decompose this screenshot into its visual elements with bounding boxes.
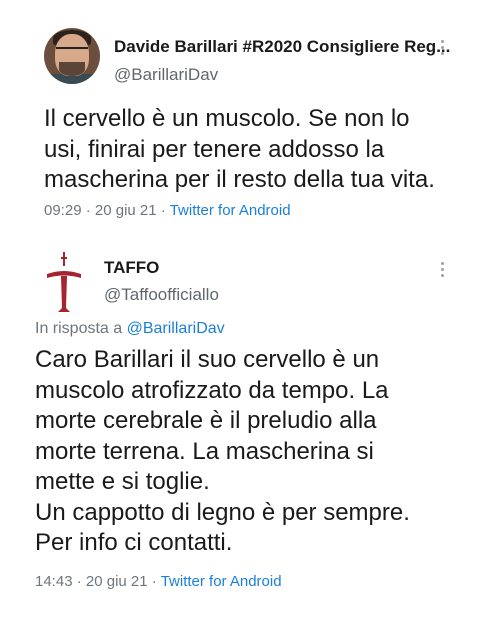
tweet-meta: 14:43 · 20 giu 21 · Twitter for Android — [35, 573, 282, 590]
tweet-card[interactable]: Davide Barillari #R2020 Consigliere Reg.… — [0, 0, 500, 232]
user-handle[interactable]: @Taffoofficiallo — [104, 285, 219, 305]
display-name[interactable]: Davide Barillari #R2020 Consigliere Reg.… — [114, 37, 450, 57]
tweet-text-line: Caro Barillari il suo cervello è un — [35, 346, 380, 373]
tweet-time[interactable]: 14:43 — [35, 573, 73, 590]
tweet-text-line: usi, finirai per tenere addosso la — [44, 135, 385, 163]
tweet-text-line: mette e si toglie. — [35, 468, 210, 495]
taffo-cross-logo-icon[interactable] — [44, 252, 84, 314]
separator: · — [147, 573, 161, 590]
tweet-text-line: Un cappotto di legno è per sempre. — [35, 498, 410, 526]
tweet-text-line: morte cerebrale è il preludio alla — [35, 407, 377, 434]
reply-mention-link[interactable]: @BarillariDav — [127, 320, 225, 337]
tweet-date[interactable]: 20 giu 21 — [86, 573, 148, 590]
separator: · — [156, 202, 170, 219]
tweet-date[interactable]: 20 giu 21 — [95, 202, 157, 219]
more-options-icon[interactable] — [441, 262, 445, 277]
tweet-text-line: muscolo atrofizzato da tempo. La — [35, 376, 389, 404]
tweet-time[interactable]: 09:29 — [44, 202, 82, 219]
user-handle[interactable]: @BarillariDav — [114, 65, 218, 85]
reply-tweet-card[interactable]: TAFFO @Taffoofficiallo In risposta a @Ba… — [0, 232, 500, 625]
separator: · — [72, 573, 86, 590]
tweet-text-line: morte terrena. La mascherina si — [35, 437, 374, 465]
reply-prefix: In risposta a — [35, 320, 127, 337]
tweet-text: Caro Barillari il suo cervello è un musc… — [35, 345, 410, 559]
tweet-meta: 09:29 · 20 giu 21 · Twitter for Android — [44, 202, 291, 219]
tweet-text-line: Il cervello è un muscolo. Se non lo — [44, 105, 410, 132]
tweet-source-link[interactable]: Twitter for Android — [161, 573, 282, 590]
display-name[interactable]: TAFFO — [104, 258, 159, 278]
avatar[interactable] — [44, 28, 100, 84]
more-options-icon[interactable] — [441, 40, 445, 55]
reply-context: In risposta a @BarillariDav — [35, 320, 225, 338]
separator: · — [81, 202, 95, 219]
tweet-text: Il cervello è un muscolo. Se non lo usi,… — [44, 104, 435, 196]
tweet-text-line: mascherina per il resto della tua vita. — [44, 166, 435, 193]
tweet-text-line: Per info ci contatti. — [35, 529, 233, 556]
tweet-source-link[interactable]: Twitter for Android — [170, 202, 291, 219]
